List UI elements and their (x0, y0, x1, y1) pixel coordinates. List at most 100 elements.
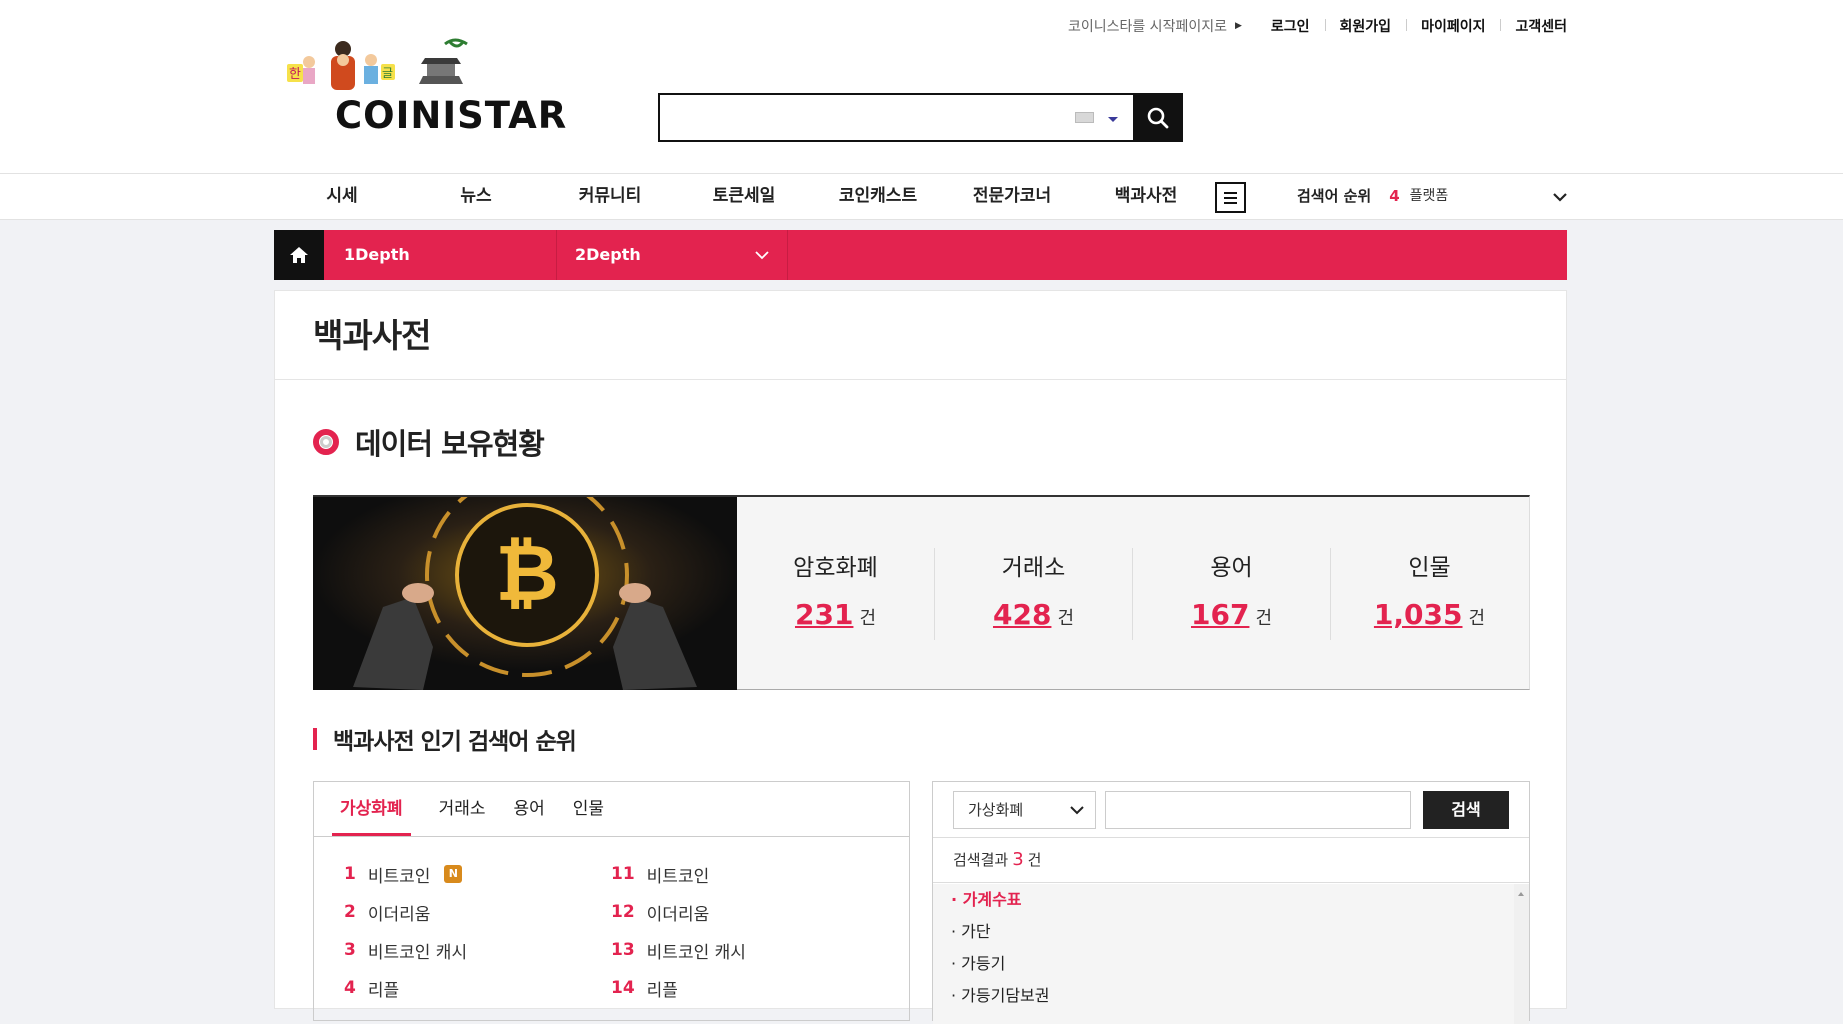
stat-unit: 건 (1468, 607, 1486, 629)
nav-item-price[interactable]: 시세 (275, 174, 409, 219)
stat-crypto: 암호화폐 231 건 (737, 547, 935, 640)
search-button[interactable] (1133, 93, 1183, 142)
section-title: 데이터 보유현황 (313, 421, 545, 463)
title-bar-marker (313, 728, 317, 750)
list-item[interactable]: 2 이더리움 (344, 900, 611, 925)
stat-value[interactable]: 1,035 (1374, 598, 1463, 631)
all-menu-button[interactable] (1215, 182, 1246, 213)
stat-exchange: 거래소 428 건 (935, 547, 1133, 640)
stat-name: 거래소 (1001, 554, 1066, 581)
chevron-down-icon (1070, 806, 1084, 815)
bitcoin-banner-image: ₿ (313, 497, 737, 690)
stats-columns: 암호화폐 231 건 거래소 428 건 용어 167 건 인물 1,035 건 (737, 497, 1528, 690)
result-item[interactable]: · 가등기담보권 (933, 980, 1529, 1012)
start-page-label: 코이니스타를 시작페이지로 (1067, 19, 1227, 35)
rank-label: 이더리움 (367, 904, 431, 925)
rank-label: 비트코인 (646, 866, 710, 887)
list-item[interactable]: 13 비트코인 캐시 (611, 938, 811, 963)
search-rank-ticker[interactable]: 검색어 순위 4 플랫폼 (1297, 174, 1448, 219)
mypage-link[interactable]: 마이페이지 (1406, 16, 1500, 36)
rank-number: 14 (611, 978, 635, 998)
home-icon (290, 247, 308, 263)
nav-item-news[interactable]: 뉴스 (409, 174, 543, 219)
tab-crypto[interactable]: 가상화폐 (332, 782, 411, 836)
site-logo[interactable]: 한 글 COINISTAR (285, 36, 585, 137)
data-stats-panel: ₿ 암호화폐 231 건 거래소 428 건 용어 167 건 인물 1,035… (313, 495, 1530, 690)
search-submit-button[interactable]: 검색 (1423, 791, 1509, 829)
signup-link[interactable]: 회원가입 (1324, 16, 1407, 36)
chevron-down-icon[interactable] (1551, 188, 1569, 206)
main-nav: 시세 뉴스 커뮤니티 토큰세일 코인캐스트 전문가코너 백과사전 검색어 순위 … (0, 173, 1843, 220)
result-item[interactable]: · 가단 (933, 916, 1529, 948)
header: 코이니스타를 시작페이지로 ▶ 로그인 회원가입 마이페이지 고객센터 한 글 C… (0, 0, 1843, 173)
page-title: 백과사전 (275, 291, 1566, 380)
stat-value[interactable]: 428 (993, 598, 1051, 631)
global-search (658, 93, 1183, 142)
nav-item-expert-corner[interactable]: 전문가코너 (945, 174, 1079, 219)
logo-illustration: 한 글 (287, 38, 468, 90)
rank-label: 리플 (646, 980, 678, 1001)
rank-number: 12 (611, 902, 635, 922)
triangle-right-icon: ▶ (1234, 21, 1242, 31)
stat-name: 암호화폐 (793, 554, 878, 581)
breadcrumb-depth1[interactable]: 1Depth (324, 230, 557, 280)
nav-item-token-sale[interactable]: 토큰세일 (677, 174, 811, 219)
breadcrumb-depth2-label: 2Depth (575, 245, 641, 264)
rank-number: 4 (1389, 187, 1400, 205)
list-item[interactable]: 3 비트코인 캐시 (344, 938, 611, 963)
list-item[interactable]: 11 비트코인 (611, 862, 811, 887)
list-item[interactable]: 14 리플 (611, 976, 811, 1001)
utility-nav: 코이니스타를 시작페이지로 ▶ 로그인 회원가입 마이페이지 고객센터 (1068, 16, 1567, 36)
rank-label: 검색어 순위 (1297, 187, 1372, 205)
stat-unit: 건 (1255, 607, 1272, 629)
set-start-page-link[interactable]: 코이니스타를 시작페이지로 ▶ (1068, 16, 1242, 36)
search-input[interactable] (666, 101, 1066, 134)
list-item[interactable]: 4 리플 (344, 976, 611, 1001)
stat-name: 용어 (1210, 554, 1253, 581)
section-title-text: 데이터 보유현황 (355, 427, 545, 461)
category-select-value: 가상화폐 (968, 801, 1024, 819)
stat-value[interactable]: 231 (795, 598, 853, 631)
tab-people[interactable]: 인물 (573, 782, 604, 836)
rank-keyword[interactable]: 플랫폼 (1410, 174, 1449, 219)
rank-label: 이더리움 (646, 904, 710, 925)
stat-value[interactable]: 167 (1191, 598, 1249, 631)
result-item[interactable]: · 가등기 (933, 948, 1529, 980)
category-select[interactable]: 가상화폐 (953, 791, 1096, 829)
rank-label: 비트코인 캐시 (646, 942, 746, 963)
rank-label: 비트코인 (367, 866, 431, 887)
login-link[interactable]: 로그인 (1256, 16, 1325, 36)
svg-text:글: 글 (382, 66, 393, 80)
caret-down-icon[interactable] (1108, 117, 1118, 122)
list-item[interactable]: 12 이더리움 (611, 900, 811, 925)
new-badge: N (444, 865, 463, 883)
rank-label: 비트코인 캐시 (367, 942, 468, 963)
stat-unit: 건 (859, 607, 876, 629)
rank-number: 13 (611, 940, 635, 960)
result-count: 검색결과 3 건 (933, 838, 1529, 883)
stat-unit: 건 (1057, 607, 1074, 629)
svg-text:₿: ₿ (495, 529, 559, 619)
rank-label: 리플 (367, 980, 400, 1001)
scrollbar[interactable] (1514, 884, 1529, 1024)
keyboard-icon[interactable] (1075, 112, 1094, 123)
keyword-input[interactable] (1105, 791, 1411, 829)
breadcrumb-depth2-dropdown[interactable]: 2Depth (557, 230, 788, 280)
result-count-number: 3 (1012, 849, 1024, 870)
hamburger-icon-line (1224, 196, 1237, 199)
nav-item-community[interactable]: 커뮤니티 (543, 174, 677, 219)
stat-name: 인물 (1408, 554, 1451, 581)
customer-center-link[interactable]: 고객센터 (1500, 16, 1567, 36)
list-item[interactable]: 1 비트코인 N (344, 862, 611, 887)
result-list: · 가계수표 · 가단 · 가등기 · 가등기담보권 (933, 884, 1529, 1024)
home-button[interactable] (274, 230, 324, 280)
result-item[interactable]: · 가계수표 (933, 884, 1529, 916)
chevron-down-icon (755, 251, 769, 260)
svg-text:한: 한 (289, 67, 301, 82)
tab-exchange[interactable]: 거래소 (439, 782, 486, 836)
nav-item-encyclopedia[interactable]: 백과사전 (1079, 174, 1213, 219)
search-icon (1147, 107, 1169, 128)
tab-terms[interactable]: 용어 (513, 782, 544, 836)
rank-number: 3 (344, 940, 356, 960)
nav-item-coincast[interactable]: 코인캐스트 (811, 174, 945, 219)
